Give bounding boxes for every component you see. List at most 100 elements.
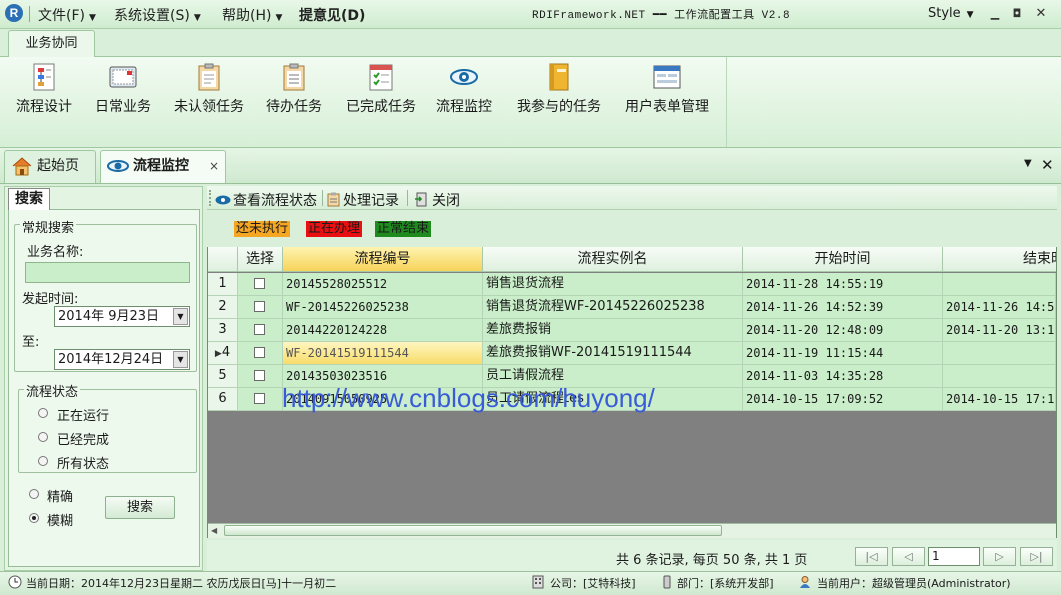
cell-start-time[interactable]: 2014-11-28 14:55:19	[743, 273, 943, 296]
search-button[interactable]: 搜索	[105, 496, 175, 519]
row-header[interactable]: ▶4	[208, 342, 238, 365]
chevron-down-icon[interactable]: ▼	[173, 351, 188, 368]
tab-flow-monitor[interactable]: 流程监控 ×	[100, 150, 226, 183]
status-running-label: 正在运行	[57, 409, 110, 424]
close-page-button[interactable]: 关闭	[414, 190, 460, 210]
row-header[interactable]: 3	[208, 319, 238, 342]
checkbox-icon[interactable]	[254, 347, 265, 358]
cell-end-time[interactable]: 2014-11-20 13:11	[943, 319, 1056, 342]
ribbon-button-completed-task[interactable]: 已完成任务	[342, 60, 420, 122]
chevron-down-icon: ▼	[275, 13, 283, 23]
cell-instance-name[interactable]: 销售退货流程	[483, 273, 743, 296]
ribbon-tab-business[interactable]: 业务协同	[8, 30, 95, 57]
cell-start-time[interactable]: 2014-11-26 14:52:39	[743, 296, 943, 319]
row-checkbox-cell[interactable]	[238, 273, 283, 296]
radio-icon[interactable]	[38, 456, 48, 466]
close-icon[interactable]: ✕	[1032, 6, 1050, 22]
column-header-end-time[interactable]: 结束时间	[943, 247, 1056, 272]
last-page-button[interactable]: ▷|	[1020, 547, 1053, 566]
ribbon-button-unclaimed-task[interactable]: 未认领任务	[170, 60, 248, 122]
eye-icon	[107, 160, 129, 172]
cell-start-time[interactable]: 2014-11-19 11:15:44	[743, 342, 943, 365]
ribbon-button-flow-monitor[interactable]: 流程监控	[432, 60, 496, 122]
menu-file[interactable]: 文件(F) ▼	[38, 5, 96, 25]
cell-start-time[interactable]: 2014-11-03 14:35:28	[743, 365, 943, 388]
records-button[interactable]: 处理记录	[327, 190, 399, 210]
app-logo-icon[interactable]: R	[5, 4, 23, 22]
ribbon-button-todo-task[interactable]: 待办任务	[262, 60, 326, 122]
completed-task-icon	[369, 64, 393, 91]
cell-instance-name[interactable]: 差旅费报销WF-20141519111544	[483, 342, 743, 365]
tab-start-page[interactable]: 起始页	[4, 150, 96, 183]
cell-end-time[interactable]	[943, 342, 1056, 365]
column-header-start-time[interactable]: 开始时间	[743, 247, 943, 272]
horizontal-scrollbar-thumb[interactable]	[224, 525, 722, 536]
cell-instance-name[interactable]: 差旅费报销	[483, 319, 743, 342]
close-icon[interactable]: ✕	[1041, 156, 1054, 174]
scroll-left-icon[interactable]: ◀	[211, 526, 217, 535]
match-fuzzy-label: 模糊	[47, 514, 74, 529]
cell-start-time[interactable]: 2014-11-20 12:48:09	[743, 319, 943, 342]
cell-end-time[interactable]: 2014-11-26 14:58	[943, 296, 1056, 319]
ribbon-button-flow-design[interactable]: 流程设计	[12, 60, 76, 122]
cell-code[interactable]: WF-20141519111544	[283, 342, 483, 365]
radio-icon[interactable]	[29, 489, 39, 499]
row-header[interactable]: 1	[208, 273, 238, 296]
flow-status-legend: 流程状态	[24, 381, 81, 400]
row-checkbox-cell[interactable]	[238, 296, 283, 319]
radio-icon[interactable]	[38, 408, 48, 418]
menu-help[interactable]: 帮助(H) ▼	[222, 5, 282, 25]
row-header[interactable]: 6	[208, 388, 238, 411]
flow-design-icon	[33, 63, 55, 91]
cell-code[interactable]: WF-20145226025238	[283, 296, 483, 319]
row-checkbox-cell[interactable]	[238, 342, 283, 365]
cell-end-time[interactable]: 2014-10-15 17:12	[943, 388, 1056, 411]
eye-icon	[215, 195, 231, 205]
column-header-instance-name[interactable]: 流程实例名	[483, 247, 743, 272]
checkbox-icon[interactable]	[254, 393, 265, 404]
cell-code[interactable]: 20144220124228	[283, 319, 483, 342]
column-header-code[interactable]: 流程编号	[283, 247, 483, 272]
ribbon-button-form-manage[interactable]: 用户表单管理	[620, 60, 714, 122]
chevron-down-icon[interactable]: ▼	[173, 308, 188, 325]
cell-end-time[interactable]	[943, 365, 1056, 388]
menu-file-label: 文件(F)	[38, 8, 85, 24]
ribbon-button-daily-business[interactable]: 日常业务	[92, 60, 154, 122]
column-header-select[interactable]: 选择	[238, 247, 283, 272]
first-page-button[interactable]: |◁	[855, 547, 888, 566]
view-status-button[interactable]: 查看流程状态	[215, 190, 317, 210]
page-number-input[interactable]: 1	[928, 547, 980, 566]
checkbox-icon[interactable]	[254, 278, 265, 289]
end-date-picker[interactable]: 2014年12月24日 ▼	[54, 349, 190, 370]
tab-list-dropdown-icon[interactable]: ▼	[1024, 158, 1032, 169]
search-panel-tab[interactable]: 搜索	[8, 188, 50, 210]
ribbon-button-participated-task[interactable]: 我参与的任务	[512, 60, 606, 122]
menu-settings[interactable]: 系统设置(S) ▼	[114, 5, 201, 25]
cell-code[interactable]: 20145528025512	[283, 273, 483, 296]
restore-icon[interactable]: ◘	[1008, 6, 1026, 22]
checkbox-icon[interactable]	[254, 301, 265, 312]
style-menu[interactable]: Style ▼	[928, 6, 974, 21]
cell-instance-name[interactable]: 销售退货流程WF-20145226025238	[483, 296, 743, 319]
radio-icon[interactable]	[38, 432, 48, 442]
row-header[interactable]: 2	[208, 296, 238, 319]
close-icon[interactable]: ×	[209, 151, 219, 181]
business-name-input[interactable]	[25, 262, 190, 283]
cell-end-time[interactable]	[943, 273, 1056, 296]
row-header[interactable]: 5	[208, 365, 238, 388]
row-index: 3	[218, 322, 227, 337]
clipboard-icon	[327, 192, 340, 207]
row-checkbox-cell[interactable]	[238, 388, 283, 411]
prev-page-button[interactable]: ◁	[892, 547, 925, 566]
start-date-picker[interactable]: 2014年 9月23日 ▼	[54, 306, 190, 327]
legend-in-progress: 正在办理	[306, 221, 363, 237]
cell-start-time[interactable]: 2014-10-15 17:09:52	[743, 388, 943, 411]
checkbox-icon[interactable]	[254, 370, 265, 381]
menu-feedback[interactable]: 提意见(D)	[299, 5, 365, 25]
radio-selected-icon[interactable]	[29, 513, 39, 523]
row-checkbox-cell[interactable]	[238, 365, 283, 388]
next-page-button[interactable]: ▷	[983, 547, 1016, 566]
minimize-icon[interactable]: ▁	[986, 6, 1004, 22]
row-checkbox-cell[interactable]	[238, 319, 283, 342]
checkbox-icon[interactable]	[254, 324, 265, 335]
